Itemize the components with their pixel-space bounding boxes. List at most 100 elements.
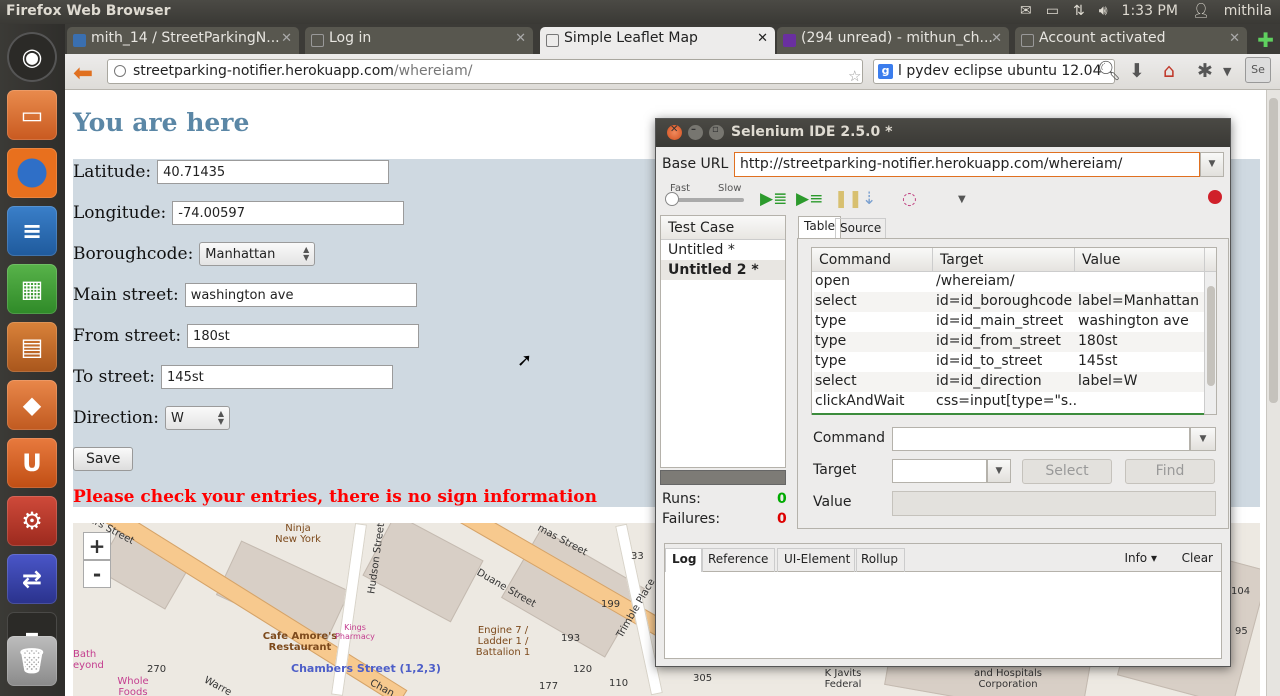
play-suite-icon[interactable]: ▶≣ <box>760 189 787 209</box>
user-icon[interactable]: 👤︎ <box>1192 3 1210 19</box>
bookmark-star-icon[interactable]: ☆ <box>848 67 861 85</box>
chevron-down-icon[interactable]: ▼ <box>1190 427 1216 451</box>
chevron-down-icon[interactable]: ▼ <box>987 459 1011 483</box>
base-url-input[interactable]: http://streetparking-notifier.herokuapp.… <box>734 152 1200 177</box>
tab-yahoo-mail[interactable]: (294 unread) - mithun_ch... ✕ <box>777 27 1009 54</box>
page-scrollbar[interactable] <box>1266 90 1280 696</box>
download-icon[interactable]: ⬇ <box>1129 60 1145 82</box>
tab-ui-element[interactable]: UI-Element <box>777 548 858 572</box>
url-bar[interactable]: streetparking-notifier.herokuapp.com/whe… <box>107 59 898 85</box>
calc-icon[interactable]: ▦ <box>7 264 57 314</box>
info-menu[interactable]: Info ▾ <box>1124 551 1157 565</box>
to-street-input[interactable] <box>161 365 394 389</box>
save-button[interactable]: Save <box>73 447 134 471</box>
search-icon[interactable]: 🔍︎ <box>1097 59 1121 82</box>
table-row[interactable]: type id=id_main_street washington ave <box>814 312 1216 332</box>
tab-log[interactable]: Log <box>665 548 704 572</box>
firefox-icon[interactable] <box>7 148 57 198</box>
scrollbar-thumb[interactable] <box>1207 286 1215 386</box>
table-row[interactable]: type id=id_to_street 145st <box>814 352 1216 372</box>
find-button[interactable]: Find <box>1125 459 1215 484</box>
test-case-item[interactable]: Untitled 2 * <box>661 260 785 280</box>
maximize-window-button[interactable]: ▫ <box>709 124 724 140</box>
chevron-down-icon[interactable]: ▼ <box>1200 152 1224 177</box>
map-label: Engine 7 / Ladder 1 / Battalion 1 <box>475 625 531 658</box>
select-button[interactable]: Select <box>1022 459 1112 484</box>
tab-rollup[interactable]: Rollup <box>854 548 906 572</box>
table-row[interactable]: open/whereiam/ <box>814 272 1216 292</box>
chevron-down-icon[interactable]: ▼ <box>958 194 966 205</box>
table-row[interactable]: clickAndWait css=input[type="s... <box>814 392 1216 412</box>
tab-login[interactable]: Log in ✕ <box>305 27 533 54</box>
target-input[interactable] <box>892 459 987 483</box>
chevron-down-icon[interactable]: ▼ <box>1223 65 1231 78</box>
failures-label: Failures: <box>662 511 721 527</box>
column-header[interactable]: Target <box>933 248 1075 271</box>
network-tool-icon[interactable]: ⇄ <box>7 554 57 604</box>
rollup-icon[interactable]: ◌ <box>902 189 917 209</box>
command-input[interactable] <box>892 427 1190 451</box>
writer-icon[interactable]: ≡ <box>7 206 57 256</box>
longitude-input[interactable] <box>172 201 405 225</box>
close-icon[interactable]: ✕ <box>757 31 768 46</box>
speed-slider-handle[interactable] <box>665 192 679 206</box>
scrollbar-thumb[interactable] <box>1269 98 1278 403</box>
latitude-input[interactable] <box>157 160 390 184</box>
direction-select[interactable]: W ▲ ▼ <box>164 406 230 430</box>
back-arrow-icon[interactable]: ⬅ <box>73 59 93 87</box>
firebug-icon[interactable]: ✱ <box>1197 60 1213 82</box>
clock[interactable]: 1:33 PM <box>1122 3 1178 19</box>
record-icon[interactable] <box>1208 190 1222 204</box>
network-icon[interactable]: ⇅ <box>1073 3 1085 19</box>
user-name[interactable]: mithila <box>1224 3 1272 19</box>
column-header[interactable]: Value <box>1075 248 1205 271</box>
tab-source[interactable]: Source <box>835 218 887 238</box>
tab-simple-leaflet-map[interactable]: Simple Leaflet Map ✕ <box>540 27 775 54</box>
borough-select[interactable]: Manhattan ▲ ▼ <box>199 242 316 266</box>
selenium-titlebar[interactable]: ✕ – ▫ Selenium IDE 2.5.0 * <box>656 119 1230 147</box>
play-test-icon[interactable]: ▶≡ <box>796 189 823 209</box>
close-icon[interactable]: ✕ <box>281 31 292 46</box>
test-case-item[interactable]: Untitled * <box>661 240 785 260</box>
new-tab-icon[interactable]: ✚ <box>1257 28 1274 52</box>
close-icon[interactable]: ✕ <box>1229 31 1240 46</box>
minimize-icon: – <box>691 124 696 135</box>
table-row[interactable]: type id=id_from_street 180st <box>814 332 1216 352</box>
tab-bitbucket[interactable]: mith_14 / StreetParkingN... ✕ <box>67 27 299 54</box>
clear-button[interactable]: Clear <box>1182 551 1213 565</box>
close-icon[interactable]: ✕ <box>991 31 1002 46</box>
pause-icon[interactable]: ❚❚ <box>834 189 863 209</box>
zoom-out-button[interactable]: - <box>83 560 111 588</box>
battery-icon[interactable]: ▭ <box>1046 3 1059 19</box>
table-scrollbar[interactable] <box>1204 272 1216 414</box>
selenium-icon[interactable]: Se <box>1245 57 1271 83</box>
google-icon[interactable]: g <box>878 64 893 79</box>
search-bar[interactable]: g l pydev eclipse ubuntu 12.04 <box>873 59 1115 84</box>
tab-account-activated[interactable]: Account activated ✕ <box>1015 27 1247 54</box>
impress-icon[interactable]: ▤ <box>7 322 57 372</box>
url-path: /whereiam/ <box>393 63 473 79</box>
trash-icon[interactable]: 🗑︎ <box>7 636 57 686</box>
ubuntu-one-icon[interactable]: U <box>7 438 57 488</box>
ubuntu-dash-icon[interactable]: ◉ <box>7 32 57 82</box>
minimize-window-button[interactable]: – <box>688 124 703 140</box>
table-row[interactable]: select id=id_boroughcode label=Manhattan <box>814 292 1216 312</box>
home-icon[interactable]: ⌂ <box>1163 60 1175 82</box>
tab-reference[interactable]: Reference <box>701 548 776 572</box>
speed-slider[interactable] <box>668 198 744 202</box>
close-icon[interactable]: ✕ <box>515 31 526 46</box>
software-center-icon[interactable]: ◆ <box>7 380 57 430</box>
table-row[interactable]: select id=id_direction label=W <box>814 372 1216 392</box>
volume-icon[interactable]: 🔊︎ <box>1099 3 1108 19</box>
system-settings-icon[interactable]: ⚙ <box>7 496 57 546</box>
map-label: Chambers Street (1,2,3) <box>291 662 441 675</box>
from-street-input[interactable] <box>187 324 420 348</box>
column-header[interactable]: Command <box>812 248 933 271</box>
close-window-button[interactable]: ✕ <box>667 124 682 140</box>
step-icon[interactable]: ⇣ <box>862 189 876 209</box>
value-input[interactable] <box>892 491 1216 516</box>
main-street-input[interactable] <box>184 283 417 307</box>
files-icon[interactable]: ▭ <box>7 90 57 140</box>
zoom-in-button[interactable]: + <box>83 532 111 560</box>
mail-icon[interactable]: ✉ <box>1020 3 1032 19</box>
